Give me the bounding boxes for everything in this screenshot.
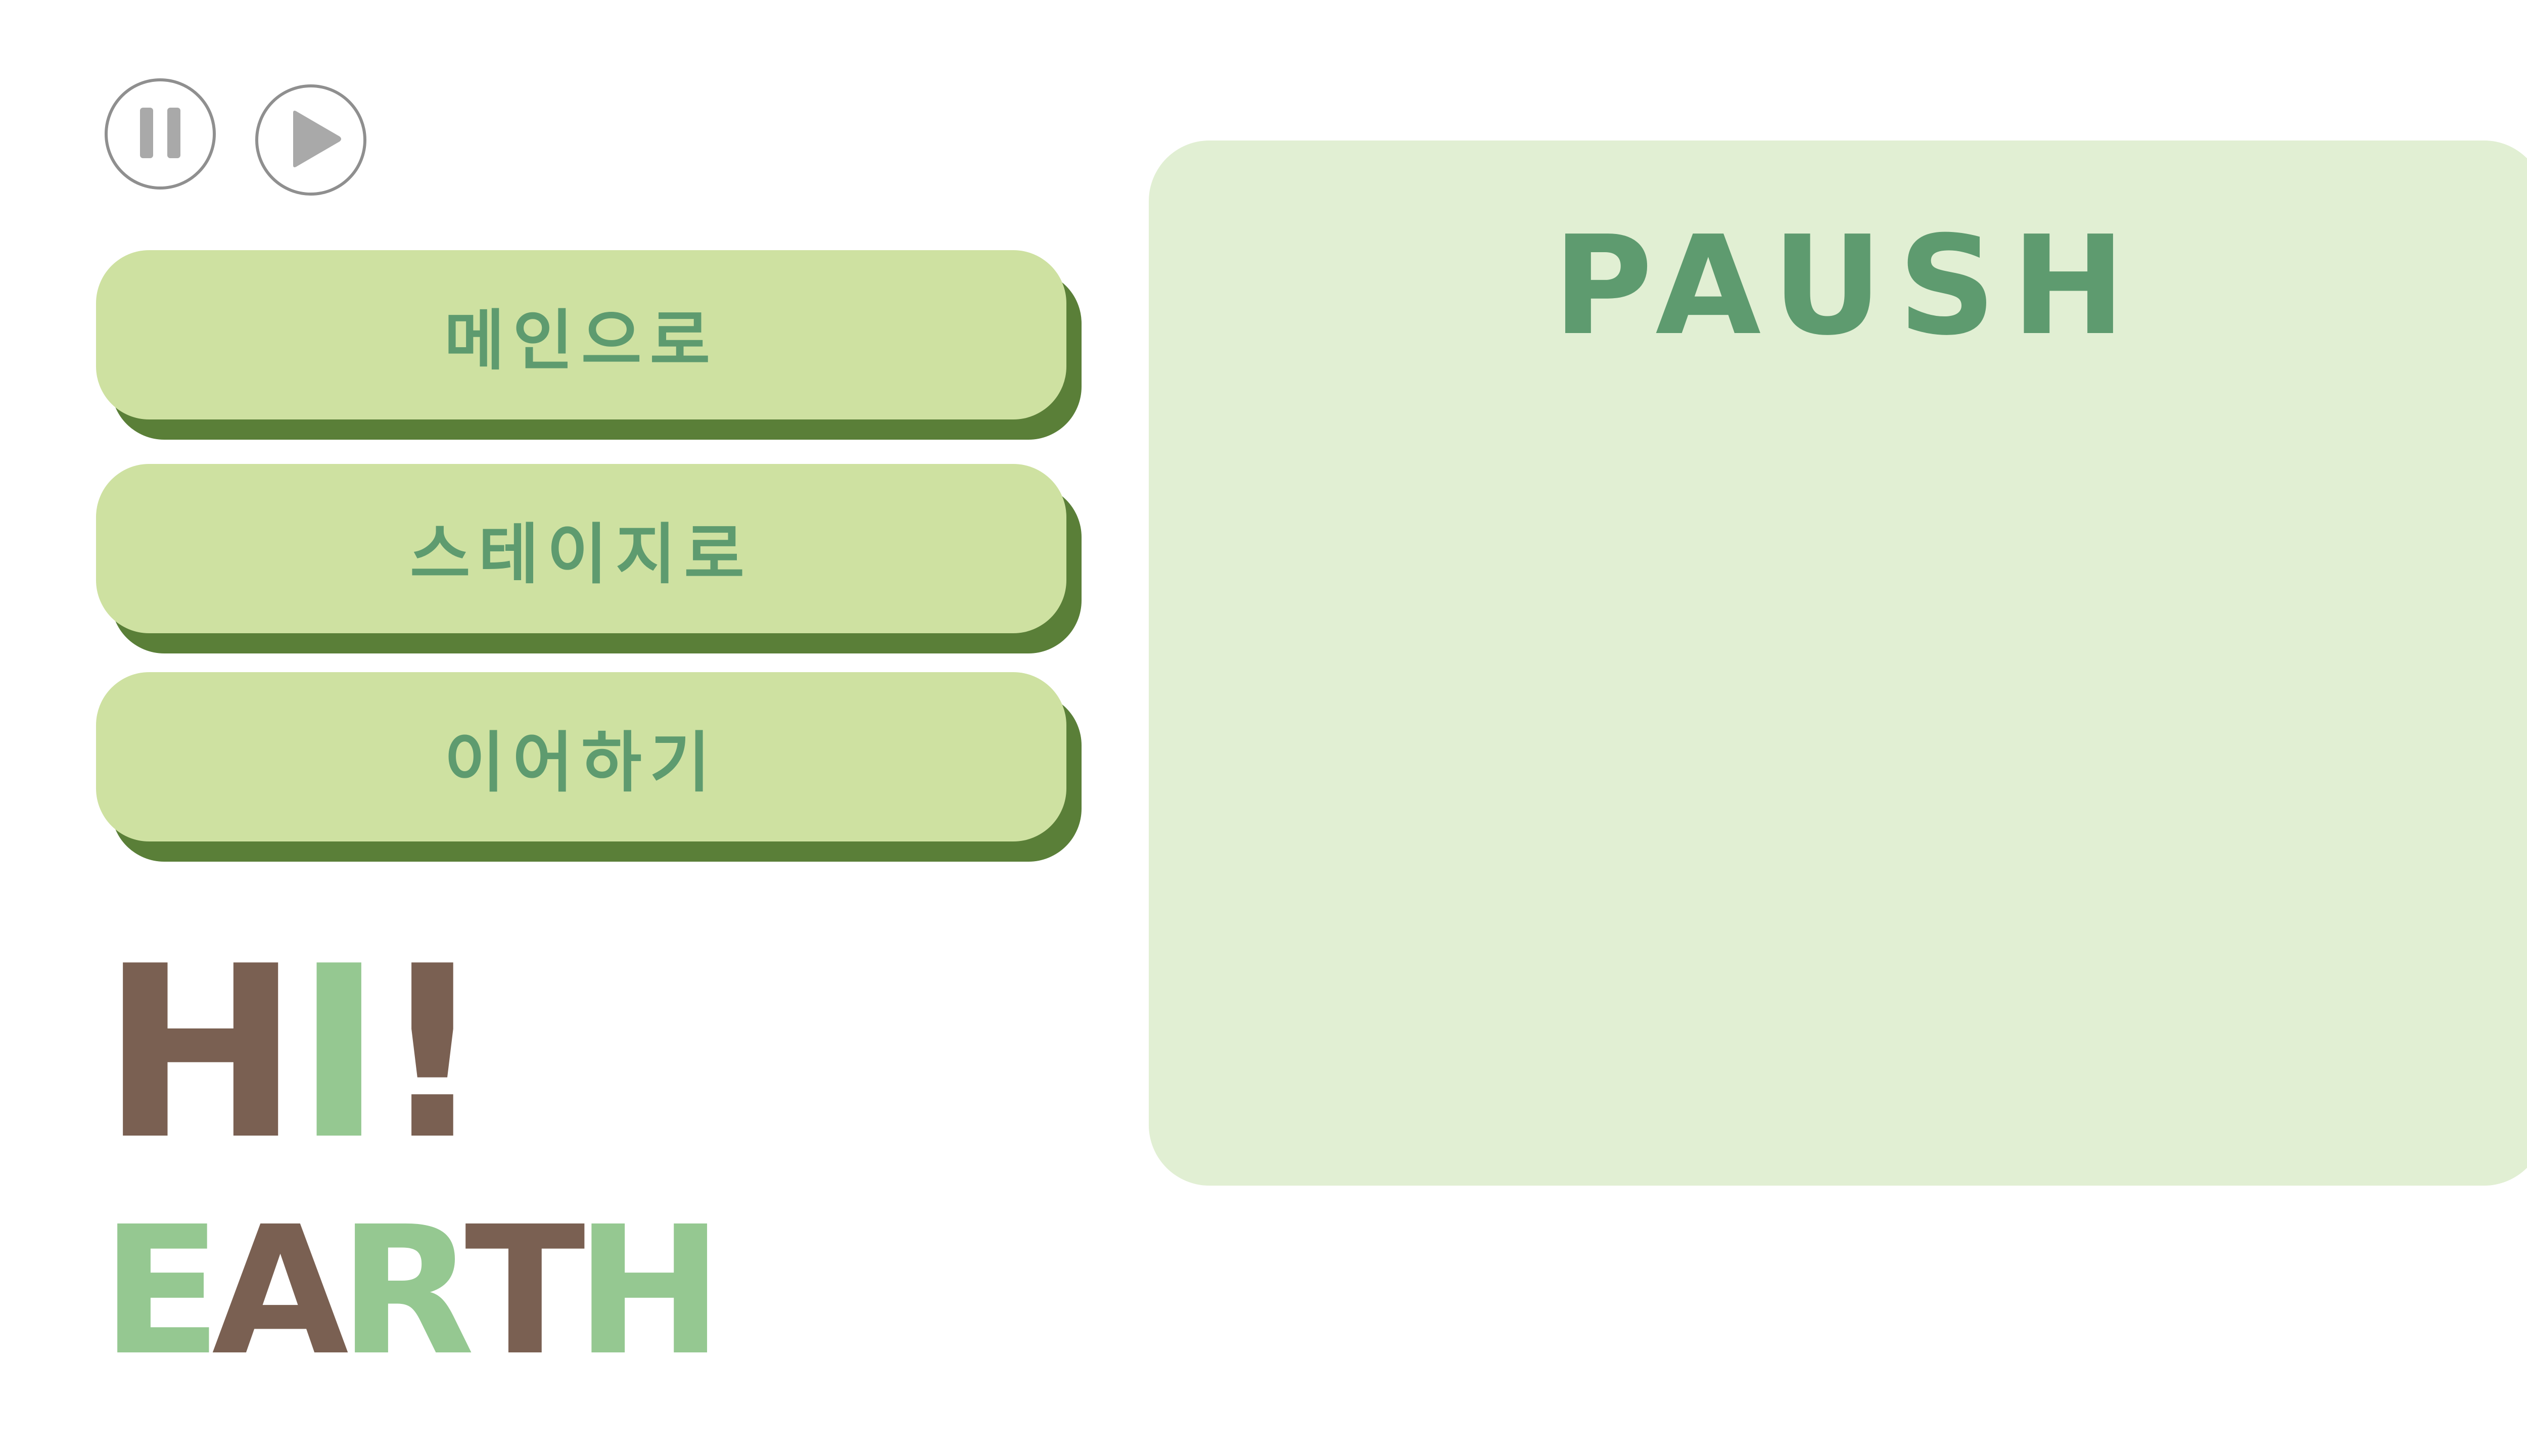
logo-line-hi: HI! [101,915,487,1192]
logo-letter-h2: H [575,1188,723,1394]
stage-select-button[interactable]: 스테이지로 [96,464,1082,653]
logo-letter-a: A [212,1188,349,1394]
pause-panel: PAUSH [1149,140,2527,1186]
logo-letter-exclaim: ! [378,915,486,1192]
play-button[interactable] [255,84,366,196]
logo-letter-r: R [338,1188,475,1394]
logo-letter-i: I [295,915,383,1192]
continue-label: 이어하기 [96,672,1066,841]
logo-letter-h: H [101,915,300,1192]
main-menu-button[interactable]: 메인으로 [96,250,1082,440]
stage-select-label: 스테이지로 [96,464,1066,633]
pause-title: PAUSH [1553,206,2141,365]
game-logo: HI! EARTH [101,915,723,1415]
play-icon [288,109,344,171]
main-menu-label: 메인으로 [96,250,1066,419]
logo-line-earth: EARTH [101,1188,723,1394]
logo-letter-e: E [101,1188,222,1394]
logo-letter-t: T [464,1188,585,1394]
continue-button[interactable]: 이어하기 [96,672,1082,862]
pause-icon [135,105,185,163]
pause-button[interactable] [105,78,216,190]
